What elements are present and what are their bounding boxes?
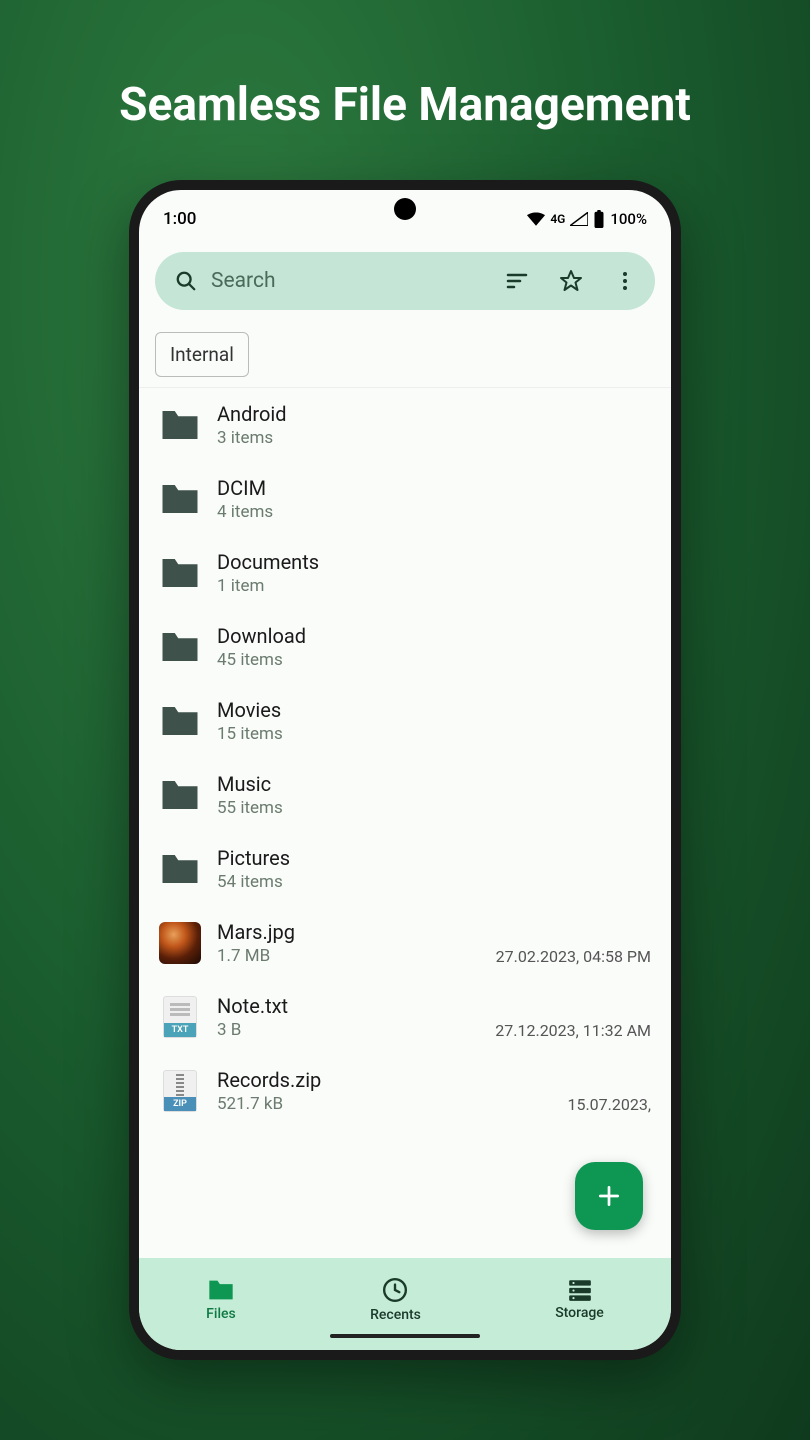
file-info: Download45 items <box>217 624 651 670</box>
file-name: Note.txt <box>217 994 479 1018</box>
file-row[interactable]: Documents1 item <box>139 536 671 610</box>
sort-button[interactable] <box>497 261 537 301</box>
file-name: Download <box>217 624 651 648</box>
file-thumbnail: ZIP <box>159 1070 201 1112</box>
search-input[interactable]: Search <box>175 269 483 293</box>
folder-icon <box>159 777 201 813</box>
file-info: Movies15 items <box>217 698 651 744</box>
file-subtitle: 1 item <box>217 576 651 596</box>
file-info: Pictures54 items <box>217 846 651 892</box>
file-row[interactable]: Pictures54 items <box>139 832 671 906</box>
file-name: Records.zip <box>217 1068 551 1092</box>
file-date: 27.02.2023, 04:58 PM <box>496 947 651 966</box>
folder-icon <box>159 555 201 591</box>
status-time: 1:00 <box>163 209 196 229</box>
file-thumbnail <box>159 774 201 816</box>
camera-notch <box>394 198 416 220</box>
phone-frame: 1:00 4G 100% Search <box>129 180 681 1360</box>
file-name: DCIM <box>217 476 651 500</box>
file-subtitle: 54 items <box>217 872 651 892</box>
file-date: 27.12.2023, 11:32 AM <box>495 1021 651 1040</box>
breadcrumb: Internal <box>155 332 655 377</box>
more-vert-icon <box>613 269 637 293</box>
file-name: Movies <box>217 698 651 722</box>
nav-storage[interactable]: Storage <box>535 1273 624 1327</box>
file-row[interactable]: TXT Note.txt3 B 27.12.2023, 11:32 AM <box>139 980 671 1054</box>
file-subtitle: 3 items <box>217 428 651 448</box>
favorite-button[interactable] <box>551 261 591 301</box>
file-row[interactable]: Download45 items <box>139 610 671 684</box>
file-subtitle: 55 items <box>217 798 651 818</box>
add-fab[interactable] <box>575 1162 643 1230</box>
folder-icon <box>159 481 201 517</box>
file-subtitle: 4 items <box>217 502 651 522</box>
file-info: Records.zip521.7 kB <box>217 1068 551 1114</box>
folder-icon <box>159 407 201 443</box>
file-thumbnail <box>159 848 201 890</box>
top-bar: Search <box>155 252 655 310</box>
file-row[interactable]: ZIP Records.zip521.7 kB 15.07.2023, <box>139 1054 671 1128</box>
txt-icon: TXT <box>163 996 197 1038</box>
zip-icon: ZIP <box>163 1070 197 1112</box>
file-name: Pictures <box>217 846 651 870</box>
file-thumbnail <box>159 700 201 742</box>
file-info: Mars.jpg1.7 MB <box>217 920 480 966</box>
file-name: Documents <box>217 550 651 574</box>
battery-label: 100% <box>610 210 647 228</box>
storage-icon <box>567 1279 593 1301</box>
file-subtitle: 15 items <box>217 724 651 744</box>
file-info: Documents1 item <box>217 550 651 596</box>
battery-icon <box>593 210 605 228</box>
star-icon <box>559 269 583 293</box>
file-row[interactable]: DCIM4 items <box>139 462 671 536</box>
file-thumbnail <box>159 552 201 594</box>
folder-icon <box>159 629 201 665</box>
search-placeholder: Search <box>211 269 276 293</box>
home-indicator[interactable] <box>330 1334 480 1338</box>
clock-icon <box>382 1277 408 1303</box>
nav-recents[interactable]: Recents <box>350 1271 441 1329</box>
file-thumbnail <box>159 478 201 520</box>
file-thumbnail <box>159 626 201 668</box>
file-row[interactable]: Mars.jpg1.7 MB 27.02.2023, 04:58 PM <box>139 906 671 980</box>
file-name: Mars.jpg <box>217 920 480 944</box>
file-name: Music <box>217 772 651 796</box>
file-thumbnail: TXT <box>159 996 201 1038</box>
file-subtitle: 3 B <box>217 1020 479 1040</box>
file-row[interactable]: Music55 items <box>139 758 671 832</box>
nav-files-label: Files <box>206 1306 236 1322</box>
wifi-icon <box>527 212 545 226</box>
file-thumbnail <box>159 922 201 964</box>
file-subtitle: 521.7 kB <box>217 1094 551 1114</box>
file-thumbnail <box>159 404 201 446</box>
promo-title: Seamless File Management <box>119 78 691 132</box>
folder-icon <box>207 1278 235 1302</box>
file-info: Note.txt3 B <box>217 994 479 1040</box>
file-date: 15.07.2023, <box>567 1095 651 1114</box>
folder-icon <box>159 703 201 739</box>
signal-icon <box>570 212 588 226</box>
sort-icon <box>505 269 529 293</box>
nav-storage-label: Storage <box>555 1305 604 1321</box>
search-icon <box>175 270 197 292</box>
more-button[interactable] <box>605 261 645 301</box>
image-thumbnail <box>159 922 201 964</box>
file-row[interactable]: Movies15 items <box>139 684 671 758</box>
breadcrumb-internal[interactable]: Internal <box>155 332 249 377</box>
file-name: Android <box>217 402 651 426</box>
nav-recents-label: Recents <box>370 1307 421 1323</box>
file-info: DCIM4 items <box>217 476 651 522</box>
plus-icon <box>596 1183 622 1209</box>
network-label: 4G <box>550 212 565 226</box>
nav-files[interactable]: Files <box>186 1272 256 1328</box>
file-subtitle: 45 items <box>217 650 651 670</box>
file-subtitle: 1.7 MB <box>217 946 480 966</box>
status-indicators: 4G 100% <box>527 210 647 228</box>
file-info: Music55 items <box>217 772 651 818</box>
file-list: Android3 items DCIM4 items Documents1 item… <box>139 387 671 1258</box>
file-row[interactable]: Android3 items <box>139 388 671 462</box>
file-info: Android3 items <box>217 402 651 448</box>
folder-icon <box>159 851 201 887</box>
phone-screen: 1:00 4G 100% Search <box>139 190 671 1350</box>
